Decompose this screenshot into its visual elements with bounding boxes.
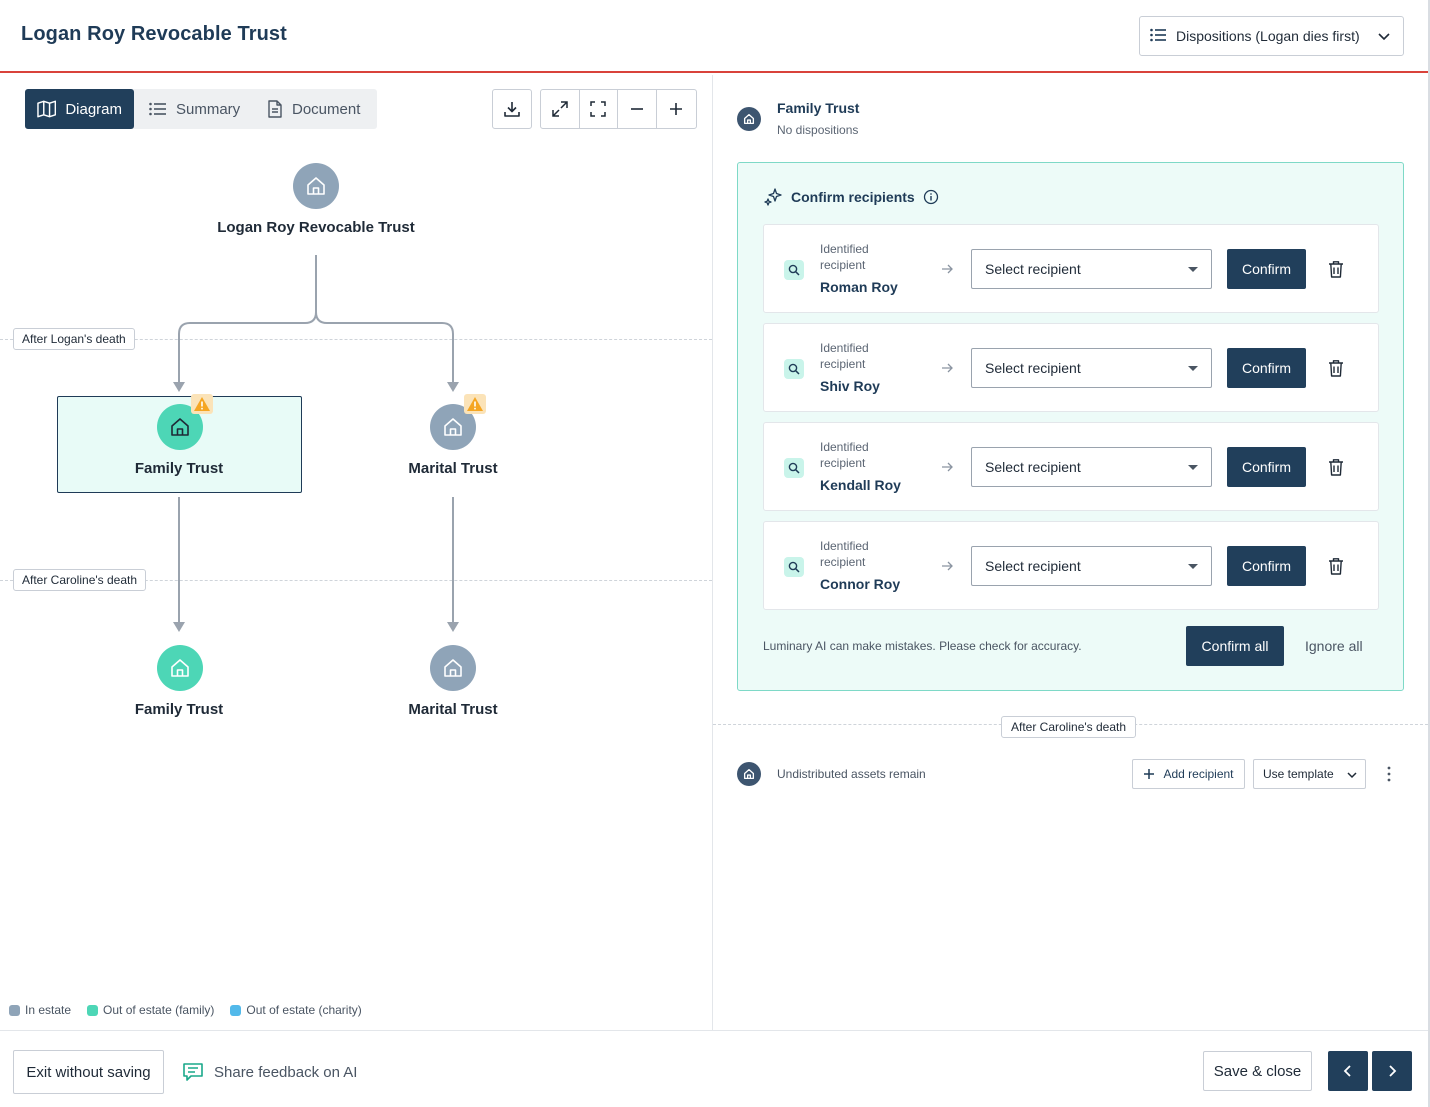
recipient-card: Identified recipient Kendall Roy Select …	[763, 422, 1379, 511]
caret-down-icon	[1188, 366, 1198, 371]
identified-recipient-label: Identified recipient	[820, 341, 869, 371]
chevron-left-icon	[1343, 1065, 1351, 1077]
panel-divider	[712, 75, 713, 1030]
warning-icon	[464, 394, 486, 414]
share-feedback-link[interactable]: Share feedback on AI	[182, 1061, 357, 1083]
diagram-legend: In estate Out of estate (family) Out of …	[9, 1003, 378, 1017]
diagram-node-label: Marital Trust	[408, 701, 498, 718]
save-close-button[interactable]: Save & close	[1203, 1051, 1312, 1091]
search-icon	[784, 557, 804, 577]
identified-recipient-label: Identified recipient	[820, 539, 869, 569]
recipient-select[interactable]: Select recipient	[971, 249, 1212, 289]
add-recipient-label: Add recipient	[1163, 767, 1234, 781]
recipient-select-value: Select recipient	[985, 261, 1081, 277]
entity-status: No dispositions	[777, 123, 859, 137]
ai-disclaimer: Luminary AI can make mistakes. Please ch…	[763, 639, 1082, 653]
chevron-down-icon	[1347, 772, 1357, 779]
diagram-node-label: Logan Roy Revocable Trust	[217, 219, 415, 236]
trash-icon[interactable]	[1327, 260, 1345, 279]
recipient-name: Roman Roy	[820, 279, 898, 295]
share-feedback-label: Share feedback on AI	[214, 1063, 358, 1081]
more-options-icon[interactable]	[1382, 764, 1396, 784]
legend-swatch	[230, 1004, 242, 1016]
diagram-connectors	[173, 255, 459, 632]
info-icon[interactable]	[923, 189, 939, 205]
identified-recipient-label: Identified recipient	[820, 440, 869, 470]
confirm-button[interactable]: Confirm	[1227, 546, 1306, 586]
trash-icon[interactable]	[1327, 458, 1345, 477]
recipient-name: Connor Roy	[820, 576, 901, 592]
confirm-recipients-panel: Confirm recipients Identified recipient …	[737, 162, 1404, 691]
arrow-right-icon	[942, 462, 953, 472]
warning-icon	[191, 394, 213, 414]
list-icon	[1150, 28, 1166, 45]
caret-down-icon	[1188, 465, 1198, 470]
recipient-select-value: Select recipient	[985, 558, 1081, 574]
confirm-all-button[interactable]: Confirm all	[1186, 626, 1284, 666]
legend-label: Out of estate (family)	[103, 1003, 215, 1017]
chevron-down-icon	[1377, 29, 1391, 46]
ignore-all-button[interactable]: Ignore all	[1305, 638, 1363, 654]
diagram-node-label: Family Trust	[134, 701, 224, 718]
recipient-name: Kendall Roy	[820, 477, 901, 493]
identified-recipient-label: Identified recipient	[820, 242, 869, 272]
undistributed-assets-text: Undistributed assets remain	[777, 767, 926, 781]
recipient-select[interactable]: Select recipient	[971, 348, 1212, 388]
previous-button[interactable]	[1328, 1051, 1368, 1091]
use-template-label: Use template	[1263, 767, 1334, 781]
arrow-right-icon	[942, 363, 953, 373]
arrow-right-icon	[942, 264, 953, 274]
search-icon	[784, 359, 804, 379]
confirm-button[interactable]: Confirm	[1227, 348, 1306, 388]
scenario-dropdown[interactable]: Dispositions (Logan dies first)	[1139, 16, 1404, 56]
trust-icon	[157, 645, 203, 691]
recipient-select-value: Select recipient	[985, 459, 1081, 475]
legend-swatch	[9, 1004, 20, 1016]
use-template-dropdown[interactable]: Use template	[1253, 759, 1366, 789]
diagram-node-label: Marital Trust	[408, 460, 498, 477]
recipient-name: Shiv Roy	[820, 378, 880, 394]
section-label-after-logan: After Logan's death	[13, 328, 135, 350]
trust-icon	[737, 107, 761, 131]
recipient-card: Identified recipient Roman Roy Select re…	[763, 224, 1379, 313]
chevron-right-icon	[1389, 1065, 1397, 1077]
sparkle-icon	[764, 188, 782, 206]
trust-icon	[430, 645, 476, 691]
scenario-dropdown-label: Dispositions (Logan dies first)	[1176, 28, 1360, 44]
confirm-recipients-title-text: Confirm recipients	[791, 189, 915, 205]
section-label-after-caroline: After Caroline's death	[13, 569, 147, 591]
legend-item: In estate	[9, 1003, 71, 1017]
trash-icon[interactable]	[1327, 557, 1345, 576]
confirm-button[interactable]: Confirm	[1227, 249, 1306, 289]
chat-feedback-icon	[183, 1063, 203, 1081]
confirm-button[interactable]: Confirm	[1227, 447, 1306, 487]
trust-icon	[737, 762, 761, 786]
recipient-card: Identified recipient Connor Roy Select r…	[763, 521, 1379, 610]
legend-label: Out of estate (charity)	[246, 1003, 362, 1017]
recipient-select[interactable]: Select recipient	[971, 447, 1212, 487]
trash-icon[interactable]	[1327, 359, 1345, 378]
legend-swatch	[87, 1004, 99, 1016]
arrow-right-icon	[942, 561, 953, 571]
confirm-recipients-title: Confirm recipients	[763, 187, 939, 207]
exit-without-saving-button[interactable]: Exit without saving	[13, 1050, 164, 1094]
entity-name: Family Trust	[777, 100, 860, 116]
next-button[interactable]	[1372, 1051, 1412, 1091]
search-icon	[784, 458, 804, 478]
trust-icon	[293, 163, 339, 209]
legend-item: Out of estate (charity)	[230, 1003, 362, 1017]
legend-item: Out of estate (family)	[87, 1003, 214, 1017]
recipient-select[interactable]: Select recipient	[971, 546, 1212, 586]
search-icon	[784, 260, 804, 280]
diagram-node-label: Family Trust	[134, 460, 224, 477]
plus-icon	[1144, 769, 1155, 779]
legend-label: In estate	[25, 1003, 72, 1017]
add-recipient-button[interactable]: Add recipient	[1132, 759, 1245, 789]
page-footer: Exit without saving Share feedback on AI…	[0, 1030, 1428, 1107]
recipient-card: Identified recipient Shiv Roy Select rec…	[763, 323, 1379, 412]
caret-down-icon	[1188, 267, 1198, 272]
caret-down-icon	[1188, 564, 1198, 569]
recipient-select-value: Select recipient	[985, 360, 1081, 376]
section-label-after-caroline: After Caroline's death	[1001, 716, 1137, 738]
